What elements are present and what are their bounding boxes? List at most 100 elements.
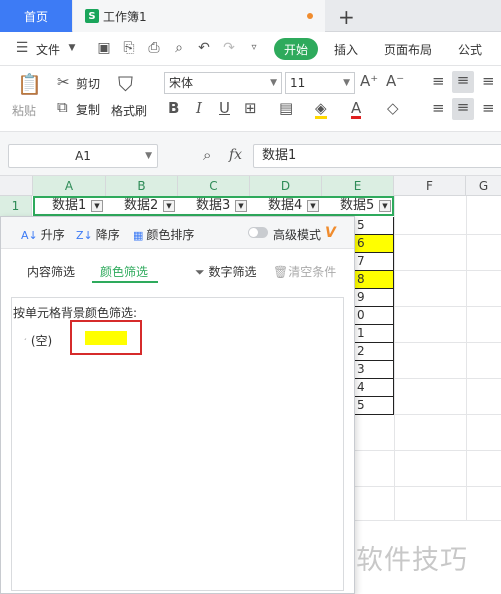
copy-icon[interactable]: ⧉ <box>57 98 68 116</box>
cell-c1[interactable]: 数据3 <box>196 198 230 214</box>
filter-dropdown-a-icon[interactable]: ▼ <box>91 200 103 212</box>
tab-workbook[interactable]: S 工作簿1 <box>73 0 325 32</box>
formula-input[interactable]: 数据1 <box>253 144 501 168</box>
undo-icon[interactable]: ↶ <box>196 40 212 56</box>
cell-e11[interactable]: 4 <box>354 379 394 397</box>
copy-button[interactable]: 复制 <box>76 101 100 118</box>
filter-dropdown-e-icon[interactable]: ▼ <box>379 200 391 212</box>
cell-style-icon[interactable]: ▤ <box>279 99 293 117</box>
font-size-select[interactable]: 11 ▼ <box>285 72 355 94</box>
print-icon[interactable]: ⎙ <box>146 40 162 56</box>
sort-asc-button[interactable]: A↓ 升序 <box>21 226 65 243</box>
empty-color-option[interactable]: ˊ (空) <box>23 332 52 349</box>
sort-asc-icon: A↓ <box>21 229 38 242</box>
increase-font-icon[interactable]: A⁺ <box>360 72 378 90</box>
align-center-icon[interactable]: ≡ <box>452 98 474 120</box>
name-box[interactable]: A1 ▼ <box>8 144 158 168</box>
cell-e7[interactable]: 0 <box>354 307 394 325</box>
hamburger-icon[interactable]: ☰ <box>14 40 30 56</box>
clear-conditions-button[interactable]: 🗑清空条件 <box>273 263 336 280</box>
menu-formula[interactable]: 公式 <box>458 41 482 58</box>
quick-access-dropdown-icon[interactable]: ▿ <box>246 40 262 56</box>
scissors-icon[interactable]: ✂ <box>57 73 70 91</box>
tab-color-filter[interactable]: 颜色筛选 <box>100 263 148 280</box>
tab-content-filter[interactable]: 内容筛选 <box>27 263 75 280</box>
print-preview-icon[interactable]: ⌕ <box>171 40 187 56</box>
redo-icon[interactable]: ↷ <box>221 40 237 56</box>
paste-icon[interactable]: 📋 <box>17 72 42 96</box>
advanced-mode-toggle[interactable] <box>248 227 268 238</box>
color-sort-label: 颜色排序 <box>146 228 195 242</box>
column-header-g[interactable]: G <box>466 176 501 196</box>
filter-dropdown-b-icon[interactable]: ▼ <box>163 200 175 212</box>
cell-e6[interactable]: 9 <box>354 289 394 307</box>
cell-e3[interactable]: 6 <box>354 235 394 253</box>
format-painter-button[interactable]: 格式刷 <box>111 102 147 119</box>
select-all-corner[interactable] <box>0 176 33 196</box>
funnel-icon: ⏷ <box>195 265 205 279</box>
font-select[interactable]: 宋体 ▼ <box>164 72 282 94</box>
italic-button[interactable]: I <box>196 99 202 117</box>
cell-b1[interactable]: 数据2 <box>124 198 158 214</box>
save-icon[interactable]: ▣ <box>96 40 112 56</box>
bold-button[interactable]: B <box>168 99 179 117</box>
cell-e10[interactable]: 3 <box>354 361 394 379</box>
advanced-mode-label: 高级模式 <box>273 228 322 242</box>
cell-e8[interactable]: 1 <box>354 325 394 343</box>
column-header-a[interactable]: A <box>33 176 106 196</box>
zoom-search-icon[interactable]: ⌕ <box>203 146 211 164</box>
cut-button[interactable]: 剪切 <box>76 75 100 92</box>
column-header-e[interactable]: E <box>322 176 394 196</box>
underline-button[interactable]: U <box>219 99 230 117</box>
eraser-icon[interactable]: ◇ <box>387 99 399 117</box>
decrease-font-icon[interactable]: A⁻ <box>386 72 404 90</box>
export-icon[interactable]: ⎘ <box>121 40 137 56</box>
column-header-f[interactable]: F <box>394 176 466 196</box>
chevron-down-icon: ▼ <box>145 151 152 161</box>
column-header-d[interactable]: D <box>250 176 322 196</box>
font-color-icon[interactable]: A <box>351 99 362 119</box>
format-painter-icon[interactable]: ⛉ <box>118 72 133 96</box>
yellow-color-swatch[interactable] <box>85 331 127 345</box>
align-right-icon[interactable]: ≡ <box>482 99 495 117</box>
font-size-value: 11 <box>290 76 306 90</box>
number-filter-button[interactable]: ⏷ 数字筛选 <box>195 263 256 280</box>
row-header-1[interactable]: 1 <box>0 196 32 216</box>
menu-page-layout[interactable]: 页面布局 <box>384 41 432 58</box>
align-bottom-icon[interactable]: ≡ <box>482 72 495 90</box>
tab-home[interactable]: 首页 <box>0 0 72 32</box>
menu-file[interactable]: 文件 <box>36 41 60 58</box>
align-middle-icon[interactable]: ≡ <box>452 71 474 93</box>
cell-a1[interactable]: 数据1 <box>52 198 86 214</box>
chevron-down-icon[interactable]: ▼ <box>64 40 80 56</box>
sort-desc-button[interactable]: Z↓ 降序 <box>76 226 120 243</box>
sort-asc-label: 升序 <box>40 228 65 242</box>
border-icon[interactable]: ⊞ <box>244 99 257 117</box>
fill-color-icon[interactable]: ◈ <box>315 99 327 119</box>
new-tab-button[interactable]: + <box>338 5 355 29</box>
grid-line <box>394 196 395 521</box>
column-header-c[interactable]: C <box>178 176 250 196</box>
color-sort-button[interactable]: ▦ 颜色排序 <box>133 226 194 243</box>
chevron-down-icon: ▼ <box>343 78 350 88</box>
menu-start[interactable]: 开始 <box>274 38 318 60</box>
menu-insert[interactable]: 插入 <box>334 41 358 58</box>
clear-conditions-label: 清空条件 <box>288 265 337 279</box>
cell-d1[interactable]: 数据4 <box>268 198 302 214</box>
align-top-icon[interactable]: ≡ <box>432 72 445 90</box>
cell-e1[interactable]: 数据5 <box>340 198 374 214</box>
column-header-b[interactable]: B <box>106 176 178 196</box>
chevron-down-icon: ▼ <box>270 78 277 88</box>
grid-line <box>394 306 501 307</box>
cell-e5[interactable]: 8 <box>354 271 394 289</box>
filter-dropdown-c-icon[interactable]: ▼ <box>235 200 247 212</box>
fx-icon[interactable]: fx <box>229 147 242 163</box>
cell-e9[interactable]: 2 <box>354 343 394 361</box>
grid-line <box>355 450 501 451</box>
filter-dropdown-d-icon[interactable]: ▼ <box>307 200 319 212</box>
cell-e4[interactable]: 7 <box>354 253 394 271</box>
cell-e2[interactable]: 5 <box>354 217 394 235</box>
align-left-icon[interactable]: ≡ <box>432 99 445 117</box>
paste-button[interactable]: 粘贴 <box>12 102 36 119</box>
cell-e12[interactable]: 5 <box>354 397 394 415</box>
